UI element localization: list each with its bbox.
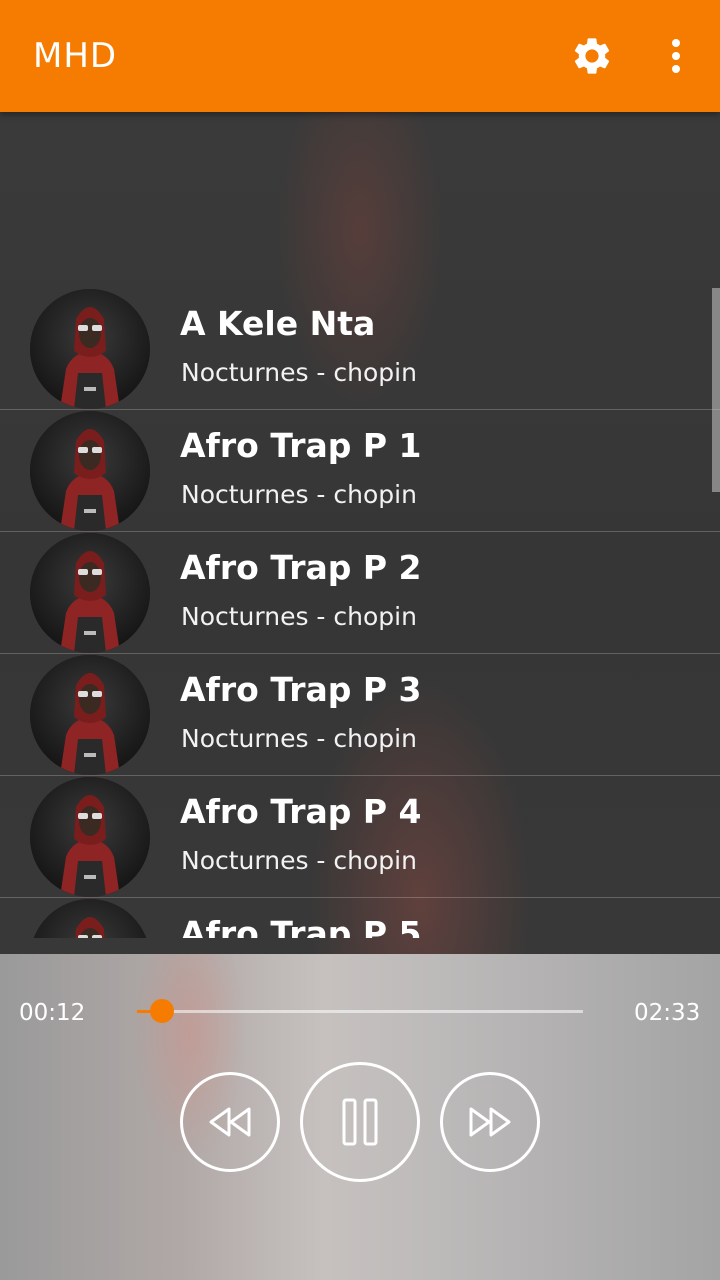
track-artwork (30, 899, 150, 938)
track-row[interactable]: A Kele Nta Nocturnes - chopin (0, 288, 720, 410)
track-row[interactable]: Afro Trap P 4 Nocturnes - chopin (0, 776, 720, 898)
track-title: Afro Trap P 1 (180, 426, 422, 465)
track-title: Afro Trap P 3 (180, 670, 422, 709)
track-artwork (30, 289, 150, 409)
seek-bar[interactable] (137, 999, 583, 1023)
track-subtitle: Nocturnes - chopin (181, 724, 417, 753)
current-time: 00:12 (19, 1000, 86, 1026)
more-vert-icon (672, 39, 680, 73)
player-panel: 00:12 02:33 (0, 954, 720, 1280)
rewind-icon (209, 1107, 251, 1137)
track-subtitle: Nocturnes - chopin (181, 602, 417, 631)
track-artwork (30, 655, 150, 775)
track-subtitle: Nocturnes - chopin (181, 358, 417, 387)
gear-icon (574, 38, 610, 74)
track-title: Afro Trap P 4 (180, 792, 422, 831)
track-subtitle: Nocturnes - chopin (181, 846, 417, 875)
track-row[interactable]: Afro Trap P 5Nocturnes - chopin (0, 898, 720, 938)
track-artwork (30, 411, 150, 531)
track-artwork (30, 533, 150, 653)
track-title: Afro Trap P 5 (180, 914, 422, 938)
track-subtitle: Nocturnes - chopin (181, 480, 417, 509)
rewind-button[interactable] (180, 1072, 280, 1172)
pause-button[interactable] (300, 1062, 420, 1182)
more-options-button[interactable] (656, 34, 696, 78)
list-scrollbar[interactable] (712, 288, 720, 492)
app-title: MHD (33, 36, 118, 76)
track-list[interactable]: A Kele Nta Nocturnes - chopin Afro Trap P… (0, 288, 720, 938)
seek-thumb[interactable] (149, 999, 174, 1023)
app-bar: MHD (0, 0, 720, 112)
forward-button[interactable] (440, 1072, 540, 1172)
track-row[interactable]: Afro Trap P 2 Nocturnes - chopin (0, 532, 720, 654)
fast-forward-icon (469, 1107, 511, 1137)
track-title: A Kele Nta (180, 304, 376, 343)
settings-button[interactable] (570, 34, 614, 78)
total-time: 02:33 (634, 1000, 701, 1026)
pause-icon (342, 1098, 378, 1146)
track-title: Afro Trap P 2 (180, 548, 422, 587)
track-row[interactable]: Afro Trap P 3 Nocturnes - chopin (0, 654, 720, 776)
track-artwork (30, 777, 150, 897)
track-row[interactable]: Afro Trap P 1 Nocturnes - chopin (0, 410, 720, 532)
